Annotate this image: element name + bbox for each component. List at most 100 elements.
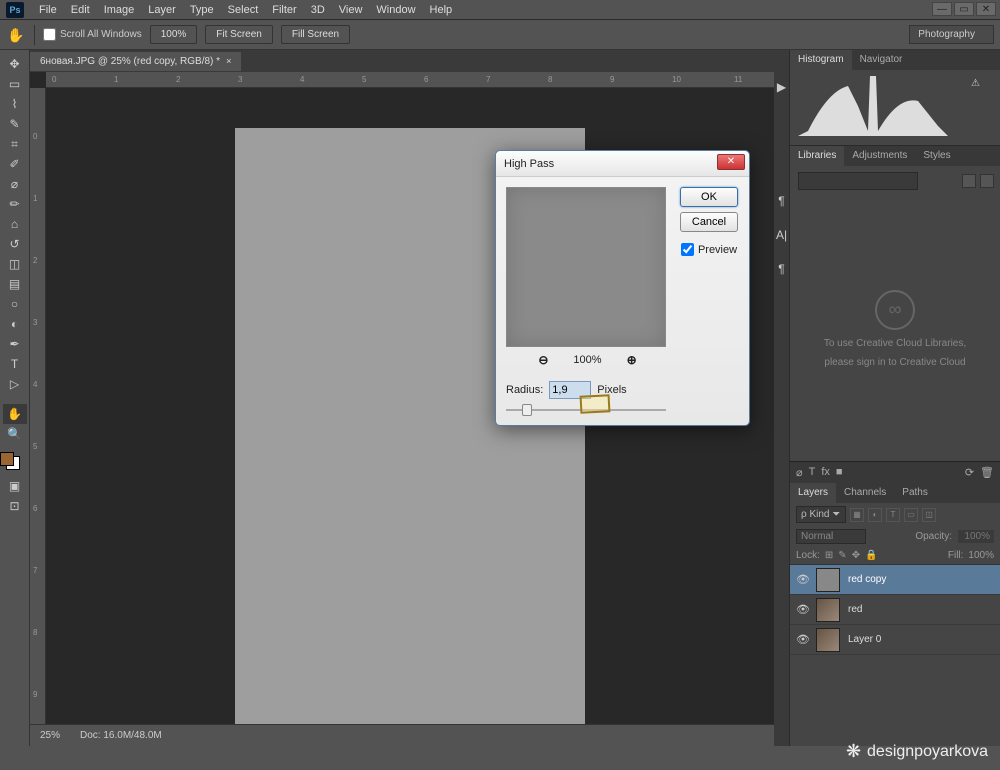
layer-name[interactable]: Layer 0 [848,634,881,645]
menu-type[interactable]: Type [183,2,221,18]
menu-window[interactable]: Window [369,2,422,18]
lock-pixel-icon[interactable]: ✎ [838,550,846,561]
layer-name[interactable]: red copy [848,574,886,585]
slider-thumb[interactable] [522,404,532,416]
menu-view[interactable]: View [332,2,370,18]
fx-icon[interactable]: fx [821,466,830,479]
close-tab-icon[interactable]: × [226,56,231,66]
layer-item[interactable]: 👁 red [790,595,1000,625]
brush-tool[interactable]: ✏ [3,194,27,214]
channels-tab[interactable]: Channels [836,483,894,503]
options-bar: ✋ Scroll All Windows 100% Fit Screen Fil… [0,20,1000,50]
zoom-100-button[interactable]: 100% [150,25,198,44]
pen-tool[interactable]: ✒ [3,334,27,354]
fit-screen-button[interactable]: Fit Screen [205,25,273,44]
fill-icon[interactable]: ■ [836,466,843,479]
document-tab[interactable]: 6новая.JPG @ 25% (red copy, RGB/8) * × [30,52,241,71]
menu-layer[interactable]: Layer [141,2,183,18]
menu-select[interactable]: Select [221,2,266,18]
refresh-icon[interactable]: ⟳ [965,466,974,479]
opacity-value[interactable]: 100% [958,530,994,543]
lib-view-icon[interactable] [962,174,976,188]
marquee-tool[interactable]: ▭ [3,74,27,94]
eye-icon[interactable]: 👁 [796,633,808,646]
filter-preview[interactable] [506,187,666,347]
menu-image[interactable]: Image [97,2,142,18]
layer-name[interactable]: red [848,604,862,615]
filter-type-icon[interactable]: T [886,508,900,522]
stamp-tool[interactable]: ⌂ [3,214,27,234]
libraries-tab[interactable]: Libraries [790,146,844,166]
play-icon[interactable]: ▶ [777,80,786,94]
navigator-tab[interactable]: Navigator [852,50,911,70]
lib-grid-icon[interactable] [980,174,994,188]
zoom-level[interactable]: 25% [40,730,60,741]
healing-tool[interactable]: ⌀ [3,174,27,194]
scroll-all-checkbox[interactable]: Scroll All Windows [43,28,142,41]
trash-icon[interactable]: 🗑 [980,466,994,479]
window-max-button[interactable]: ▭ [954,2,974,16]
filter-pixel-icon[interactable]: ▦ [850,508,864,522]
warning-icon[interactable]: ⚠ [971,78,980,89]
type-tool[interactable]: T [3,354,27,374]
quick-select-tool[interactable]: ✎ [3,114,27,134]
eye-icon[interactable]: 👁 [796,603,808,616]
zoom-tool[interactable]: 🔍 [3,424,27,444]
dialog-close-button[interactable]: ✕ [717,154,745,170]
glyph-icon[interactable]: ¶ [778,262,784,276]
blend-mode-dropdown[interactable]: Normal [796,529,866,544]
lock-all-icon[interactable]: 🔒 [865,550,877,561]
window-close-button[interactable]: ✕ [976,2,996,16]
menu-file[interactable]: File [32,2,64,18]
type-icon[interactable]: T [809,466,816,479]
hand-tool-icon[interactable]: ✋ [6,25,26,45]
screen-mode-toggle[interactable]: ⊡ [3,496,27,516]
fill-screen-button[interactable]: Fill Screen [281,25,350,44]
fill-value[interactable]: 100% [968,550,994,561]
menu-3d[interactable]: 3D [304,2,332,18]
filter-adjust-icon[interactable]: ◐ [868,508,882,522]
character-icon[interactable]: A| [776,228,787,242]
crop-tool[interactable]: ⌗ [3,134,27,154]
dialog-title-bar[interactable]: High Pass ✕ [496,151,749,177]
link-icon[interactable]: ⌀ [796,466,803,479]
paragraph-icon[interactable]: ¶ [778,194,784,208]
preview-checkbox[interactable]: Preview [681,243,737,256]
quickmask-toggle[interactable]: ▣ [3,476,27,496]
menu-filter[interactable]: Filter [265,2,303,18]
paths-tab[interactable]: Paths [894,483,936,503]
cc-logo-icon: ∞ [875,290,915,330]
move-tool[interactable]: ✥ [3,54,27,74]
window-min-button[interactable]: — [932,2,952,16]
filter-shape-icon[interactable]: ▭ [904,508,918,522]
ok-button[interactable]: OK [680,187,738,207]
eraser-tool[interactable]: ◫ [3,254,27,274]
filter-kind-dropdown[interactable]: ρ Kind ⏷ [796,506,846,523]
path-select-tool[interactable]: ▷ [3,374,27,394]
blur-tool[interactable]: ○ [3,294,27,314]
zoom-out-icon[interactable]: ⊖ [538,353,548,367]
workspace-dropdown[interactable]: Photography [909,25,994,44]
cancel-button[interactable]: Cancel [680,212,738,232]
layer-item[interactable]: 👁 red copy [790,565,1000,595]
histogram-tab[interactable]: Histogram [790,50,852,70]
layers-tab[interactable]: Layers [790,483,836,503]
gradient-tool[interactable]: ▤ [3,274,27,294]
hand-tool[interactable]: ✋ [3,404,27,424]
menu-help[interactable]: Help [423,2,460,18]
eye-icon[interactable]: 👁 [796,573,808,586]
zoom-in-icon[interactable]: ⊕ [627,353,637,367]
lock-trans-icon[interactable]: ⊞ [825,550,833,561]
lock-pos-icon[interactable]: ✥ [852,550,860,561]
menu-edit[interactable]: Edit [64,2,97,18]
foreground-color[interactable] [0,452,14,466]
filter-smart-icon[interactable]: ◫ [922,508,936,522]
layer-item[interactable]: 👁 Layer 0 [790,625,1000,655]
library-dropdown[interactable] [798,172,918,190]
adjustments-tab[interactable]: Adjustments [844,146,915,166]
history-brush-tool[interactable]: ↺ [3,234,27,254]
eyedropper-tool[interactable]: ✐ [3,154,27,174]
lasso-tool[interactable]: ⌇ [3,94,27,114]
dodge-tool[interactable]: ◐ [3,314,27,334]
styles-tab[interactable]: Styles [915,146,958,166]
